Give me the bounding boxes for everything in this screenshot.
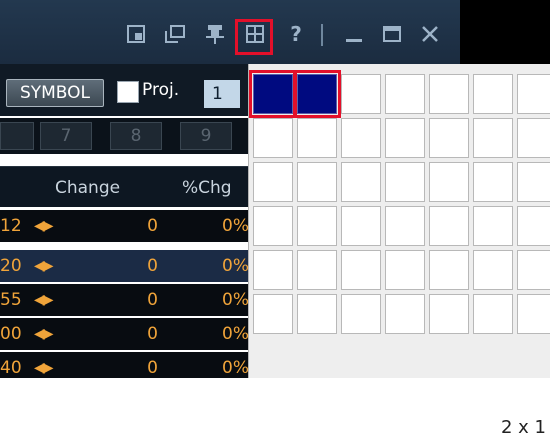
grid-cell[interactable]	[385, 250, 425, 290]
grid-cell[interactable]	[473, 74, 513, 114]
grid-cell[interactable]	[429, 206, 469, 246]
grid-cell[interactable]	[517, 250, 550, 290]
pct-change-cell: 0%	[222, 290, 249, 310]
price-cell: 55	[0, 290, 22, 310]
grid-cell[interactable]	[429, 118, 469, 158]
table-row[interactable]: 12 ◀▶ 0 0%	[0, 210, 250, 242]
help-icon[interactable]: ?	[286, 22, 306, 46]
grid-cell[interactable]	[473, 118, 513, 158]
grid-cell[interactable]	[341, 206, 381, 246]
price-cell: 40	[0, 358, 22, 378]
grid-cell-highlight	[249, 70, 297, 118]
change-cell: 0	[147, 324, 158, 344]
pin-icon[interactable]	[203, 22, 227, 46]
projection-value-field[interactable]: 1	[204, 80, 240, 108]
restore-view-icon[interactable]	[124, 22, 148, 46]
grid-cell[interactable]	[473, 250, 513, 290]
grid-cell[interactable]	[473, 162, 513, 202]
up-down-arrow-icon: ◀▶	[34, 218, 53, 234]
grid-cell[interactable]	[517, 206, 550, 246]
grid-cell[interactable]	[341, 118, 381, 158]
table-row[interactable]: 00 ◀▶ 0 0%	[0, 318, 250, 350]
grid-cell[interactable]	[253, 206, 293, 246]
grid-cell[interactable]	[297, 118, 337, 158]
change-cell: 0	[147, 358, 158, 378]
maximize-icon[interactable]	[380, 22, 404, 46]
grid-cell[interactable]	[253, 294, 293, 334]
grid-cell[interactable]	[473, 294, 513, 334]
grid-cell[interactable]	[385, 118, 425, 158]
grid-cell[interactable]	[429, 74, 469, 114]
column-header-pct-change[interactable]: %Chg	[182, 178, 232, 198]
grid-cell[interactable]	[385, 74, 425, 114]
change-cell: 0	[147, 290, 158, 310]
grid-cell[interactable]	[517, 294, 550, 334]
price-cell: 20	[0, 256, 22, 276]
pct-change-cell: 0%	[222, 358, 249, 378]
grid-layout-picker: 2 x 1	[248, 64, 550, 438]
change-cell: 0	[147, 216, 158, 236]
background-area	[460, 0, 550, 64]
price-cell: 00	[0, 324, 22, 344]
grid-cell-highlight	[293, 70, 341, 118]
pct-change-cell: 0%	[222, 324, 249, 344]
change-cell: 0	[147, 256, 158, 276]
grid-cell[interactable]	[341, 294, 381, 334]
table-row[interactable]: 40 ◀▶ 0 0%	[0, 352, 250, 378]
grid-cell[interactable]	[473, 206, 513, 246]
up-down-arrow-icon: ◀▶	[34, 360, 53, 376]
projection-label: Proj.	[142, 80, 180, 100]
grid-cell[interactable]	[297, 294, 337, 334]
projection-checkbox[interactable]	[117, 81, 139, 103]
symbol-button[interactable]: SYMBOL	[6, 79, 104, 107]
grid-size-label: 2 x 1	[501, 417, 546, 438]
keypad-key-7[interactable]: 7	[40, 122, 92, 150]
grid-cell[interactable]	[429, 294, 469, 334]
up-down-arrow-icon: ◀▶	[34, 258, 53, 274]
table-row[interactable]: 55 ◀▶ 0 0%	[0, 284, 250, 316]
grid-cell[interactable]	[385, 294, 425, 334]
grid-cell[interactable]	[297, 162, 337, 202]
grid-cell[interactable]	[517, 74, 550, 114]
detach-window-icon[interactable]	[163, 22, 187, 46]
up-down-arrow-icon: ◀▶	[34, 292, 53, 308]
grid-cell[interactable]	[341, 162, 381, 202]
grid-cell[interactable]	[385, 162, 425, 202]
grid-cell[interactable]	[253, 250, 293, 290]
close-icon[interactable]	[418, 22, 442, 46]
column-header-row: Change %Chg	[0, 166, 250, 207]
grid-cell[interactable]	[253, 118, 293, 158]
grid-cell[interactable]	[341, 74, 381, 114]
grid-cell[interactable]	[253, 162, 293, 202]
minimize-icon[interactable]	[342, 22, 366, 46]
column-header-change[interactable]: Change	[55, 178, 120, 198]
keypad-key-9[interactable]: 9	[180, 122, 232, 150]
up-down-arrow-icon: ◀▶	[34, 326, 53, 342]
table-row[interactable]: 20 ◀▶ 0 0%	[0, 250, 250, 282]
keypad-key-8[interactable]: 8	[110, 122, 162, 150]
grid-cell[interactable]	[297, 206, 337, 246]
titlebar-separator	[321, 24, 323, 46]
grid-cell[interactable]	[341, 250, 381, 290]
grid-layout-highlight	[235, 19, 273, 55]
grid-cell[interactable]	[517, 118, 550, 158]
grid-cell[interactable]	[429, 162, 469, 202]
grid-cell[interactable]	[517, 162, 550, 202]
pct-change-cell: 0%	[222, 256, 249, 276]
grid-cell[interactable]	[385, 206, 425, 246]
keypad-key-partial[interactable]	[0, 122, 34, 150]
grid-cell[interactable]	[297, 250, 337, 290]
pct-change-cell: 0%	[222, 216, 249, 236]
grid-cell[interactable]	[429, 250, 469, 290]
price-cell: 12	[0, 216, 22, 236]
